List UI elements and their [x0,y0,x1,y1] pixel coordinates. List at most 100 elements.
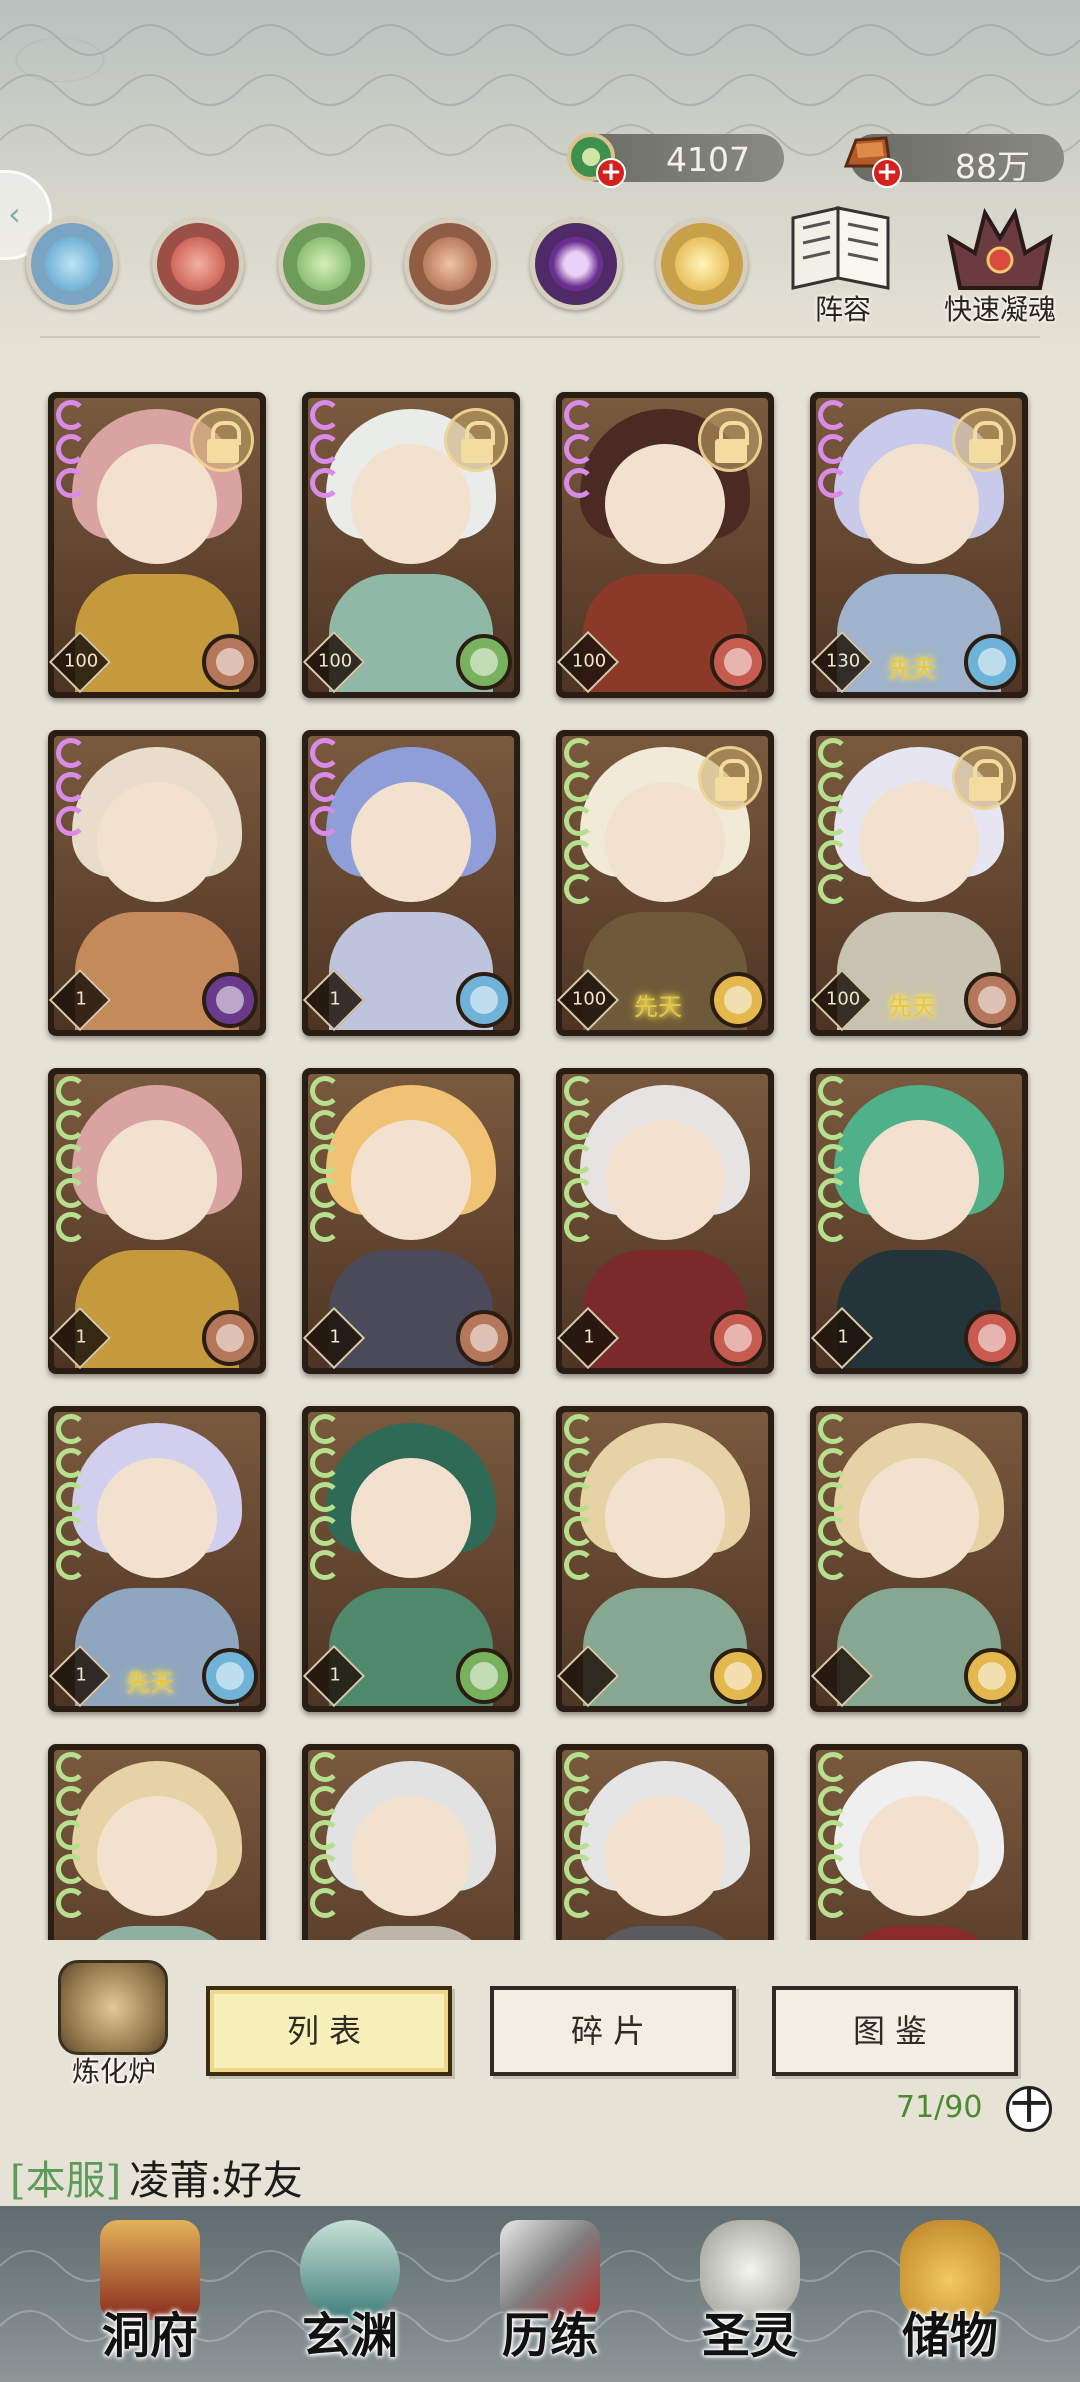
add-copper-icon[interactable]: + [872,158,902,188]
character-card[interactable]: 100 [48,392,266,698]
star-icon [818,1820,848,1850]
star-icon [564,400,594,430]
character-card[interactable]: 1 [302,1406,520,1712]
star-icon [56,1178,86,1208]
lock-icon[interactable] [190,408,254,472]
lock-icon[interactable] [952,746,1016,810]
star-icon [56,1110,86,1140]
star-icon [818,1212,848,1242]
star-rating [818,400,848,502]
nav-cave[interactable]: 洞府 [50,2206,250,2382]
character-card[interactable]: 100 [302,392,520,698]
character-card[interactable]: 1 [48,1068,266,1374]
character-face [351,1457,471,1578]
character-face [605,1795,725,1916]
filter-earth[interactable] [404,218,496,310]
filter-fire[interactable] [152,218,244,310]
wood-icon [297,237,351,291]
earth-element-icon [964,972,1020,1028]
character-face [859,1457,979,1578]
lock-icon[interactable] [952,408,1016,472]
star-icon [564,1448,594,1478]
nav-spirit[interactable]: 圣灵 [650,2206,850,2382]
lineup-button[interactable]: 阵容 [778,198,908,328]
star-icon [564,1482,594,1512]
nav-train[interactable]: 历练 [450,2206,650,2382]
star-icon [564,1888,594,1918]
innate-badge: 先天 [126,1669,174,1697]
quick-gather-button[interactable]: 快速凝魂 [930,198,1070,328]
star-icon [818,1144,848,1174]
refining-furnace-button[interactable]: 炼化炉 [44,1960,184,2090]
star-icon [564,468,594,498]
filter-void[interactable] [530,218,622,310]
copper-value: 88万 [955,147,1030,186]
character-card[interactable] [302,1744,520,1940]
fire-element-icon [964,1310,1020,1366]
lock-icon[interactable] [698,746,762,810]
bottom-navigation: 洞府 玄渊 历练 圣灵 储物 [0,2206,1080,2382]
chat-ticker[interactable]: [本服] 凌莆:好友 [10,2148,303,2206]
scroll-book-icon [791,206,890,290]
character-card[interactable]: 1 [556,1068,774,1374]
character-grid[interactable]: 100 100 100 130 先天 1 1 100 先天 100 先天 1 1 1 1 1 先天 1 [0,380,1080,1940]
star-icon [310,434,340,464]
character-card[interactable] [810,1744,1028,1940]
star-icon [818,874,848,904]
star-rating [564,1076,594,1246]
lineup-label: 阵容 [814,293,871,326]
level-value: 1 [329,1664,341,1686]
star-icon [310,1076,340,1106]
star-rating [310,1752,340,1922]
star-icon [56,806,86,836]
tab-codex[interactable]: 图鉴 [772,1986,1018,2076]
nav-spirit-label: 圣灵 [701,2308,798,2364]
star-icon [310,468,340,498]
star-icon [818,806,848,836]
star-icon [56,400,86,430]
character-card[interactable] [810,1406,1028,1712]
lock-icon[interactable] [444,408,508,472]
nav-storage[interactable]: 储物 [850,2206,1050,2382]
star-icon [818,1516,848,1546]
character-card[interactable] [556,1406,774,1712]
tab-fragments[interactable]: 碎片 [490,1986,736,2076]
add-jade-icon[interactable]: + [596,158,626,188]
lock-icon[interactable] [698,408,762,472]
star-icon [310,1448,340,1478]
character-card[interactable] [556,1744,774,1940]
filter-light[interactable] [656,218,748,310]
level-value: 100 [825,988,861,1010]
jade-currency[interactable]: + 4107 [567,133,784,188]
tab-list[interactable]: 列表 [206,1986,452,2076]
star-icon [564,738,594,768]
character-card[interactable]: 100 先天 [556,730,774,1036]
character-card[interactable]: 100 先天 [810,730,1028,1036]
copper-currency[interactable]: + 88万 [843,134,1064,188]
star-icon [818,400,848,430]
character-card[interactable]: 1 [810,1068,1028,1374]
star-icon [564,434,594,464]
star-icon [818,1110,848,1140]
star-icon [564,1550,594,1580]
character-card[interactable] [48,1744,266,1940]
character-face [605,1119,725,1240]
star-icon [310,1516,340,1546]
star-icon [818,772,848,802]
star-rating [818,1752,848,1922]
expand-capacity-button[interactable]: 十 [1006,2086,1052,2132]
star-rating [818,738,848,908]
nav-cave-label: 洞府 [101,2308,198,2364]
character-card[interactable]: 1 [302,1068,520,1374]
character-card[interactable]: 1 [302,730,520,1036]
character-card[interactable]: 130 先天 [810,392,1028,698]
character-card[interactable]: 100 [556,392,774,698]
character-card[interactable]: 1 先天 [48,1406,266,1712]
filter-wood[interactable] [278,218,370,310]
star-icon [310,1144,340,1174]
nav-abyss[interactable]: 玄渊 [250,2206,450,2382]
jade-value: 4107 [666,140,750,179]
filter-water[interactable] [26,218,118,310]
character-card[interactable]: 1 [48,730,266,1036]
star-icon [818,1786,848,1816]
